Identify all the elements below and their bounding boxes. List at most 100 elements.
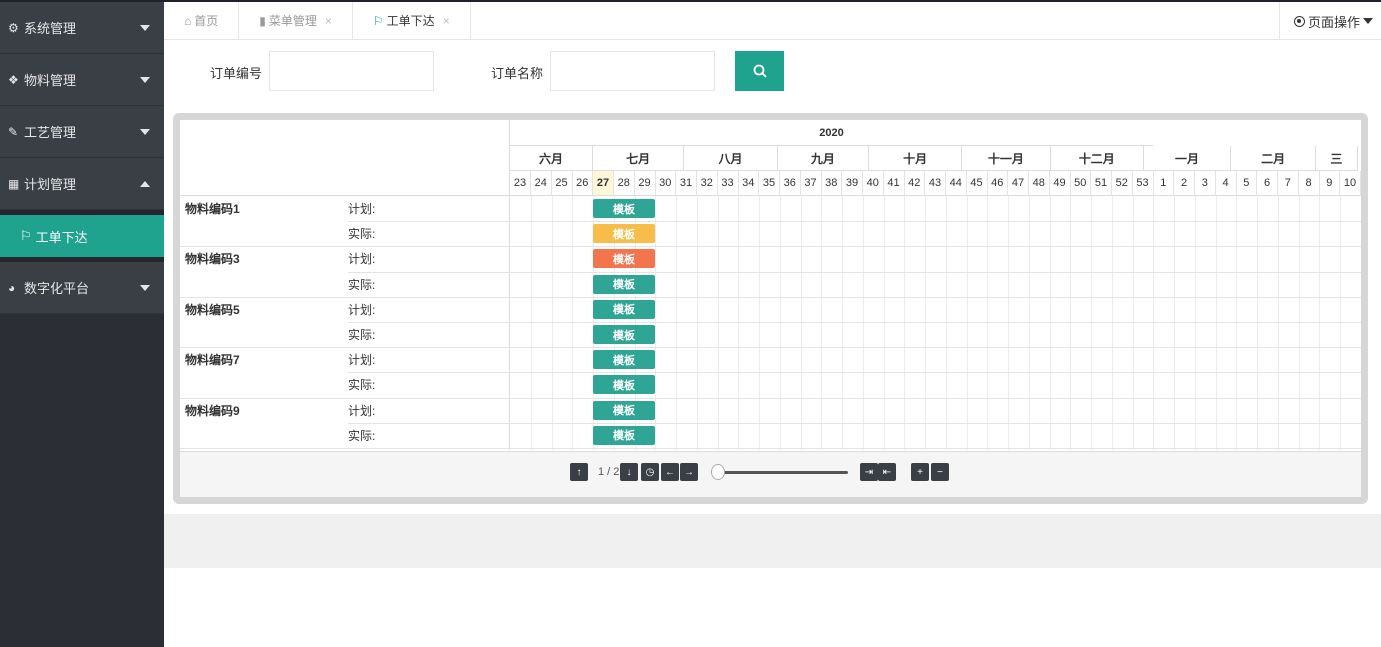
gantt-task-bar[interactable]: 模板	[593, 299, 655, 319]
gantt-week-header: 53	[1132, 171, 1154, 196]
sidebar-subitem-work-order[interactable]: ⚐ 工单下达	[0, 215, 164, 257]
gantt-week-header: 38	[821, 171, 843, 196]
gantt-task-row: 实际:	[180, 272, 510, 297]
sidebar-item-label: 物料管理	[24, 73, 77, 88]
gantt-grid-vline	[1340, 196, 1341, 450]
gantt-grid-vline	[1132, 196, 1134, 450]
gantt-task-row: 物料编码3 计划:	[180, 246, 510, 271]
today-button[interactable]: ◷	[641, 463, 659, 481]
gantt-week-header: 30	[655, 171, 677, 196]
gantt-month-header: 九月	[777, 146, 869, 171]
gantt-week-header: 40	[862, 171, 884, 196]
gantt-month-header: 七月	[593, 146, 685, 171]
move-down-button[interactable]: ↓	[620, 463, 638, 481]
tab-menu-management[interactable]: ▮ 菜单管理 ×	[239, 2, 353, 39]
close-icon[interactable]: ×	[443, 14, 450, 28]
gantt-grid-hline	[510, 347, 1361, 349]
gantt-task-bar[interactable]: 模板	[593, 274, 655, 294]
gantt-week-header: 2	[1174, 171, 1195, 196]
cubes-icon: ❖	[8, 72, 19, 87]
gantt-task-row: 物料编码7 计划:	[180, 347, 510, 372]
gantt-grid-vline	[779, 196, 781, 450]
page-operations-dropdown[interactable]: 页面操作	[1278, 2, 1373, 40]
gantt-task-bar[interactable]: 模板	[593, 249, 655, 269]
row-kind-label: 计划:	[348, 202, 376, 216]
order-name-input[interactable]	[550, 51, 715, 91]
gantt-grid-vline	[1153, 196, 1155, 450]
sidebar-item-material[interactable]: ❖ 物料管理	[0, 54, 164, 106]
gantt-grid-vline	[1049, 196, 1051, 450]
row-kind-label: 实际:	[348, 428, 376, 443]
gantt-task-bar[interactable]: 模板	[593, 199, 655, 218]
gantt-month-header: 八月	[684, 146, 778, 171]
file-icon: ▮	[259, 13, 266, 28]
gantt-task-bar[interactable]: 模板	[593, 350, 655, 370]
gantt-task-bar[interactable]: 模板	[593, 375, 655, 395]
scroll-left-button[interactable]: ←	[661, 463, 679, 481]
tab-work-order[interactable]: ⚐ 工单下达 ×	[352, 2, 471, 39]
row-kind-label: 实际:	[348, 277, 376, 292]
gantt-task-row: 实际:	[180, 423, 510, 448]
gantt-task-list: 物料编码1 计划: 实际: 物料编码3 计划: 实际: 物料编码5 计划: 实际: 物料编码7 计划…	[180, 120, 510, 450]
gantt-grid-vline	[676, 196, 677, 450]
material-code: 物料编码3	[185, 252, 240, 267]
gantt-week-header: 5	[1236, 171, 1258, 196]
gantt-week-header: 28	[613, 171, 635, 196]
move-up-button[interactable]: ↑	[570, 463, 588, 481]
gantt-grid-vline	[1277, 196, 1279, 450]
chevron-down-icon	[140, 284, 150, 291]
gantt-week-header: 1	[1153, 171, 1175, 196]
sidebar-item-system[interactable]: ⚙ 系统管理	[0, 2, 164, 54]
gantt-week-header: 43	[925, 171, 946, 196]
gantt-month-header: 十二月	[1050, 146, 1144, 171]
gantt-task-bar[interactable]: 模板	[593, 400, 655, 420]
gantt-week-header: 25	[551, 171, 573, 196]
gantt-week-header: 39	[842, 171, 863, 196]
gantt-week-header: 46	[987, 171, 1009, 196]
gantt-grid-vline	[1319, 196, 1321, 450]
gantt-grid-vline	[883, 196, 885, 450]
gantt-grid-vline	[1111, 196, 1113, 450]
sidebar-item-plan[interactable]: ▦ 计划管理	[0, 158, 164, 210]
gantt-grid-hline	[510, 322, 1361, 323]
search-button[interactable]	[735, 51, 784, 91]
sidebar-item-digital[interactable]: ◕ 数字化平台	[0, 262, 164, 314]
gantt-task-bar[interactable]: 模板	[593, 325, 655, 344]
gantt-task-bar[interactable]: 模板	[593, 425, 655, 445]
gantt-controls: 1 / 2 ↑ ↓ ◷ ← → ⇥ ⇤ + −	[180, 451, 1361, 497]
sidebar-item-label: 工艺管理	[24, 125, 77, 140]
close-icon[interactable]: ×	[325, 14, 332, 28]
tab-home[interactable]: ⌂ 首页	[164, 2, 240, 39]
zoom-in-button[interactable]: +	[911, 463, 929, 481]
tab-label: 菜单管理	[268, 14, 317, 28]
scroll-end-button[interactable]: ⇥	[860, 463, 878, 481]
zoom-out-button[interactable]: −	[931, 463, 949, 481]
gantt-week-header: 32	[696, 171, 718, 196]
zoom-slider-track[interactable]	[720, 471, 848, 474]
tab-label: 首页	[194, 14, 219, 28]
scroll-right-button[interactable]: →	[680, 463, 698, 481]
scroll-start-button[interactable]: ⇤	[878, 463, 896, 481]
sidebar: ⚙ 系统管理 ❖ 物料管理 ✎ 工艺管理 ▦ 计划管理 ⚐ 工单下达 ◕ 数字化…	[0, 2, 164, 647]
tab-bar: ⌂ 首页 ▮ 菜单管理 × ⚐ 工单下达 × 页面操作	[164, 2, 1381, 40]
gantt-page-indicator: 1 / 2	[598, 466, 620, 478]
home-icon: ⌂	[184, 13, 192, 28]
gantt-week-header: 7	[1277, 171, 1299, 196]
row-kind-label: 实际:	[348, 378, 376, 393]
material-code: 物料编码1	[185, 202, 240, 216]
gantt-week-header: 3	[1194, 171, 1216, 196]
gantt-grid-vline	[551, 196, 553, 450]
gantt-week-header: 45	[966, 171, 988, 196]
zoom-slider-handle[interactable]	[711, 464, 725, 480]
gantt-week-header: 6	[1257, 171, 1278, 196]
gantt-grid-vline	[530, 196, 532, 450]
chevron-down-icon	[140, 128, 150, 135]
gantt-week-header: 37	[800, 171, 822, 196]
gantt-left-header	[180, 120, 509, 196]
order-number-input[interactable]	[269, 51, 434, 91]
chevron-down-icon	[140, 24, 150, 31]
gantt-task-bar[interactable]: 模板	[593, 224, 655, 244]
sidebar-item-process[interactable]: ✎ 工艺管理	[0, 106, 164, 158]
gantt-month-header: 三	[1316, 146, 1358, 171]
gantt-week-header: 24	[530, 171, 552, 196]
